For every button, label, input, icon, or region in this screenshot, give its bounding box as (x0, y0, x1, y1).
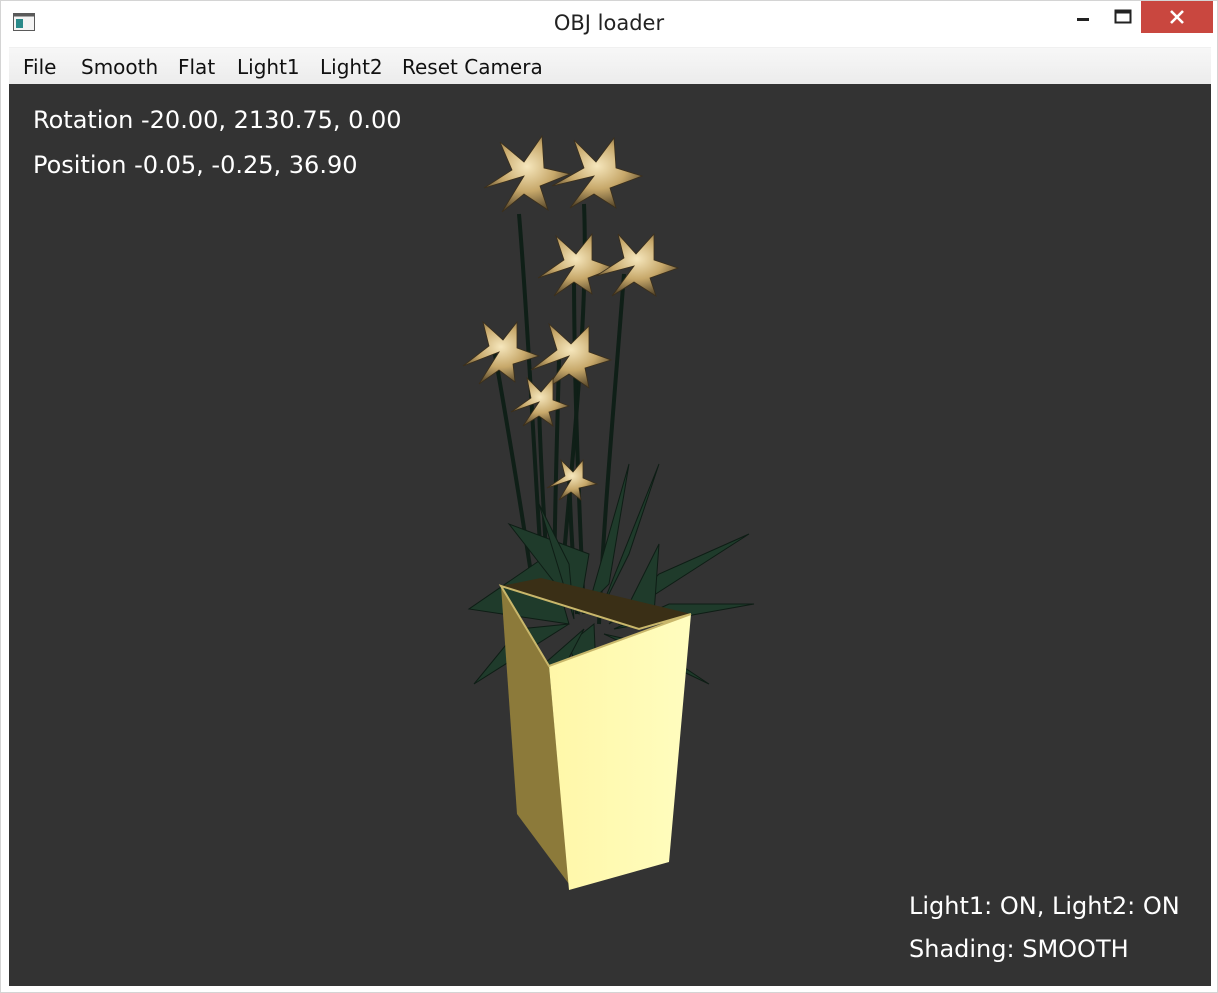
menu-item-flat[interactable]: Flat (178, 55, 215, 79)
minimize-icon (1077, 18, 1089, 21)
close-icon (1170, 10, 1184, 24)
close-button[interactable] (1141, 1, 1213, 33)
maximize-icon (1114, 9, 1132, 24)
maximize-button[interactable] (1105, 1, 1141, 33)
menu-item-light1[interactable]: Light1 (237, 55, 300, 79)
gl-viewport[interactable]: Rotation -20.00, 2130.75, 0.00 Position … (9, 84, 1211, 986)
flower-pot (498, 578, 692, 890)
plant-model-render (462, 134, 755, 890)
window-title: OBJ loader (553, 11, 665, 35)
minimize-button[interactable] (1061, 1, 1105, 33)
title-bar[interactable]: OBJ loader (1, 1, 1217, 45)
shading-status: Shading: SMOOTH (909, 935, 1129, 963)
position-readout: Position -0.05, -0.25, 36.90 (33, 151, 358, 179)
app-window: OBJ loader File Smooth Flat Light1 Light… (0, 0, 1218, 993)
menu-item-file[interactable]: File (23, 55, 56, 79)
menu-item-light2[interactable]: Light2 (320, 55, 383, 79)
menu-item-smooth[interactable]: Smooth (81, 55, 158, 79)
menu-bar: File Smooth Flat Light1 Light2 Reset Cam… (9, 47, 1211, 85)
menu-item-reset-camera[interactable]: Reset Camera (402, 55, 543, 79)
lights-status: Light1: ON, Light2: ON (909, 892, 1180, 920)
plant-flowers (462, 134, 680, 501)
rotation-readout: Rotation -20.00, 2130.75, 0.00 (33, 106, 402, 134)
